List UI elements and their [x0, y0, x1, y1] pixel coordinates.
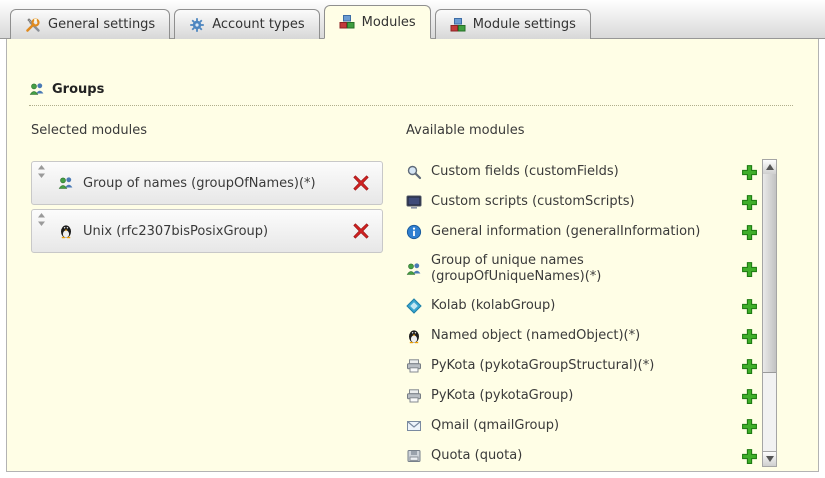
- add-module-button[interactable]: [741, 358, 758, 375]
- section-title: Groups: [52, 82, 104, 97]
- selected-module-label: Unix (rfc2307bisPosixGroup): [83, 224, 352, 239]
- tab-label: General settings: [48, 17, 155, 32]
- modules-panel: Groups Selected modules Available module…: [6, 39, 819, 472]
- modules-icon: [339, 14, 355, 30]
- remove-module-button[interactable]: [352, 222, 370, 240]
- selected-module-row: Unix (rfc2307bisPosixGroup): [31, 209, 383, 253]
- available-module-row: Named object (namedObject)(*): [406, 321, 758, 351]
- tab-general-settings[interactable]: General settings: [10, 9, 170, 39]
- available-module-row: Kolab (kolabGroup): [406, 291, 758, 321]
- available-module-label: General information (generalInformation): [431, 224, 732, 240]
- printer-icon: [406, 388, 422, 404]
- tab-strip: General settings Account types Modules M…: [0, 0, 825, 39]
- add-module-button[interactable]: [741, 388, 758, 405]
- available-module-row: Quota (quota): [406, 441, 758, 471]
- add-module-button[interactable]: [741, 448, 758, 465]
- disk-icon: [406, 448, 422, 464]
- add-module-button[interactable]: [741, 194, 758, 211]
- mail-icon: [406, 418, 422, 434]
- magnifier-icon: [406, 164, 422, 180]
- scrollbar[interactable]: [762, 159, 777, 467]
- tab-label: Account types: [212, 17, 304, 32]
- tools-icon: [25, 17, 41, 33]
- add-module-button[interactable]: [741, 261, 758, 278]
- kolab-icon: [406, 298, 422, 314]
- tab-label: Modules: [362, 15, 416, 30]
- available-modules-heading: Available modules: [406, 123, 524, 138]
- available-module-row: Custom fields (customFields): [406, 157, 758, 187]
- available-module-label: Qmail (qmailGroup): [431, 418, 732, 434]
- available-module-row: PyKota (pykotaGroup): [406, 381, 758, 411]
- tab-label: Module settings: [473, 17, 576, 32]
- available-module-row: General information (generalInformation): [406, 217, 758, 247]
- available-module-label: Kolab (kolabGroup): [431, 298, 732, 314]
- add-module-button[interactable]: [741, 328, 758, 345]
- printer-icon: [406, 358, 422, 374]
- group-icon: [406, 261, 422, 277]
- available-module-label: PyKota (pykotaGroupStructural)(*): [431, 358, 732, 374]
- group-icon: [29, 81, 45, 97]
- scroll-up-button[interactable]: [763, 160, 776, 175]
- available-module-row: Group of unique names (groupOfUniqueName…: [406, 247, 758, 291]
- add-module-button[interactable]: [741, 418, 758, 435]
- tux-icon: [58, 223, 74, 239]
- tab-bar: General settings Account types Modules M…: [10, 5, 591, 39]
- info-icon: [406, 224, 422, 240]
- selected-modules-list: Group of names (groupOfNames)(*) Unix (r…: [31, 161, 383, 257]
- selected-module-label: Group of names (groupOfNames)(*): [83, 176, 352, 191]
- available-module-label: Custom fields (customFields): [431, 164, 732, 180]
- terminal-icon: [406, 194, 422, 210]
- remove-module-button[interactable]: [352, 174, 370, 192]
- drag-handle-icon[interactable]: [37, 165, 46, 178]
- available-module-row: Custom scripts (customScripts): [406, 187, 758, 217]
- available-module-label: Quota (quota): [431, 448, 732, 464]
- add-module-button[interactable]: [741, 164, 758, 181]
- available-module-label: Custom scripts (customScripts): [431, 194, 732, 210]
- tux-icon: [406, 328, 422, 344]
- add-module-button[interactable]: [741, 298, 758, 315]
- add-module-button[interactable]: [741, 224, 758, 241]
- selected-module-row: Group of names (groupOfNames)(*): [31, 161, 383, 205]
- drag-handle-icon[interactable]: [37, 213, 46, 226]
- selected-modules-heading: Selected modules: [31, 123, 147, 138]
- gears-icon: [189, 17, 205, 33]
- available-module-label: PyKota (pykotaGroup): [431, 388, 732, 404]
- group-icon: [58, 175, 74, 191]
- tab-modules[interactable]: Modules: [324, 5, 431, 39]
- available-module-row: PyKota (pykotaGroupStructural)(*): [406, 351, 758, 381]
- modules-icon: [450, 17, 466, 33]
- available-module-row: Qmail (qmailGroup): [406, 411, 758, 441]
- available-module-label: Named object (namedObject)(*): [431, 328, 732, 344]
- available-modules-list: Custom fields (customFields) Custom scri…: [406, 157, 758, 471]
- available-module-label: Group of unique names (groupOfUniqueName…: [431, 253, 732, 285]
- tab-module-settings[interactable]: Module settings: [435, 9, 591, 39]
- scrollbar-thumb[interactable]: [763, 174, 776, 373]
- tab-account-types[interactable]: Account types: [174, 9, 319, 39]
- section-heading-groups: Groups: [29, 81, 793, 106]
- scroll-down-button[interactable]: [763, 451, 776, 466]
